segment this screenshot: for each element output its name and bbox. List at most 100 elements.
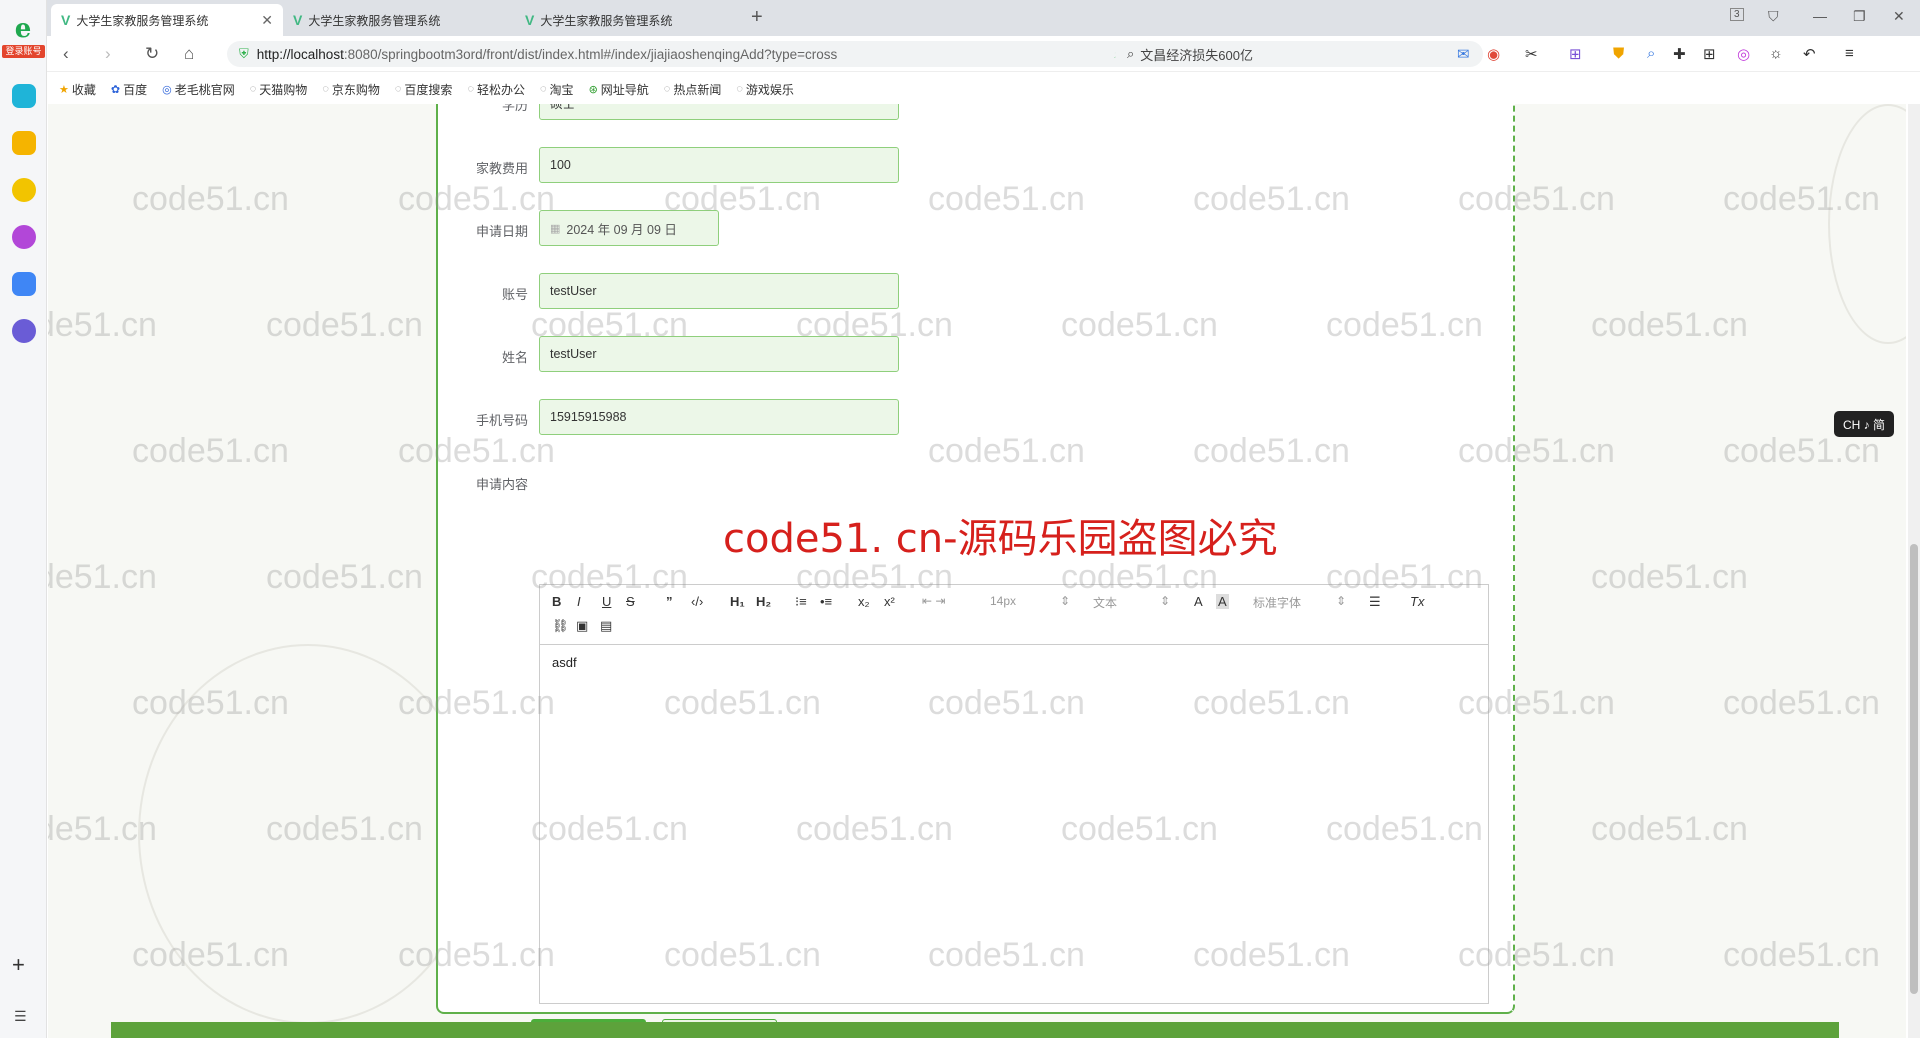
link-icon[interactable]: ⛓ <box>552 618 569 634</box>
tab-title: 大学生家教服务管理系统 <box>76 13 209 28</box>
scrollbar-thumb[interactable] <box>1910 544 1918 994</box>
font-size-select[interactable]: 14px <box>990 594 1016 608</box>
watermark-text: code51.cn <box>132 180 289 218</box>
bookmark-item[interactable]: ◌ 淘宝 <box>540 81 574 98</box>
ime-indicator[interactable]: CH ♪ 简 <box>1834 411 1894 437</box>
watermark-text: code51.cn <box>132 432 289 470</box>
clear-format-icon[interactable]: Tx <box>1410 594 1424 609</box>
address-bar[interactable]: ⛨ http://localhost :8080/springbootm3ord… <box>227 41 1147 67</box>
font-family-select[interactable]: 标准字体 <box>1253 594 1301 611</box>
close-window-icon[interactable]: ✕ <box>1893 8 1905 25</box>
new-tab-button[interactable]: + <box>751 6 763 29</box>
minimize-icon[interactable]: — <box>1813 8 1827 24</box>
scissors-icon[interactable]: ✂ <box>1525 45 1538 63</box>
close-tab-icon[interactable]: ✕ <box>261 12 273 29</box>
style-dropdown-icon[interactable]: ⇕ <box>1160 594 1170 608</box>
watermark-text: code51.cn <box>1723 936 1880 974</box>
search-icon: ⌕ <box>1127 46 1135 61</box>
bookmark-item[interactable]: ◌ 天猫购物 <box>250 81 308 98</box>
subscript-icon[interactable]: x₂ <box>858 594 870 609</box>
tab-title: 大学生家教服务管理系统 <box>308 13 441 28</box>
vue-logo-icon: V <box>525 12 535 28</box>
shield-plugin-icon[interactable]: ⛊ <box>1613 45 1624 62</box>
ordered-list-icon[interactable]: ⁝≡ <box>795 594 807 610</box>
back-icon[interactable]: ‹ <box>63 44 69 64</box>
copyright-watermark-banner: code51. cn-源码乐园盗图必究 <box>723 516 1278 562</box>
font-color-icon[interactable]: A <box>1194 594 1203 609</box>
ai-app-icon[interactable] <box>12 272 36 296</box>
bookmark-item[interactable]: ◎ 老毛桃官网 <box>162 81 235 98</box>
add-icon[interactable]: + <box>12 952 25 978</box>
strikethrough-icon[interactable]: S <box>626 594 635 609</box>
editor-content[interactable]: asdf <box>540 645 1488 680</box>
tab-3[interactable]: V 大学生家教服务管理系统 <box>515 4 747 36</box>
ai-assistant-icon[interactable] <box>12 225 36 249</box>
underline-icon[interactable]: U <box>602 594 611 609</box>
undo-icon[interactable]: ↶ <box>1803 45 1816 63</box>
bookmark-item[interactable]: ◌ 百度搜索 <box>395 81 453 98</box>
brightness-icon[interactable]: ☼ <box>1769 45 1783 62</box>
education-field[interactable]: 硕士 <box>539 104 899 120</box>
blockquote-icon[interactable]: ” <box>666 594 673 609</box>
extension-icon[interactable]: ✚ <box>1673 45 1686 63</box>
restore-icon[interactable]: ❐ <box>1853 8 1866 25</box>
zoom-icon[interactable]: ⌕ <box>1647 45 1655 62</box>
calendar-icon: ▦ <box>550 222 561 235</box>
date-picker[interactable]: ▦ 2024 年 09 月 09 日 <box>539 210 719 246</box>
mail-icon[interactable]: ✉ <box>1457 45 1470 63</box>
account-field[interactable]: testUser <box>539 273 899 309</box>
watermark-text: code51.cn <box>1723 432 1880 470</box>
bookmark-item[interactable]: ⊛ 网址导航 <box>589 81 649 98</box>
font-dropdown-icon[interactable]: ⇕ <box>1336 594 1346 608</box>
heading1-icon[interactable]: H₁ <box>730 594 745 609</box>
superscript-icon[interactable]: x² <box>884 594 895 609</box>
background-color-icon[interactable]: A <box>1216 594 1229 609</box>
home-icon[interactable]: ⌂ <box>184 44 194 64</box>
colorful-plugin-icon[interactable]: ◎ <box>1737 45 1750 63</box>
list-menu-icon[interactable]: ☰ <box>14 1008 27 1025</box>
app-shortcut-icon[interactable] <box>12 84 36 108</box>
watermark-text: code51.cn <box>266 306 423 344</box>
tab-strip: V 大学生家教服务管理系统 ✕ V 大学生家教服务管理系统 V 大学生家教服务管… <box>47 0 1920 36</box>
tab-2[interactable]: V 大学生家教服务管理系统 <box>283 4 515 36</box>
reload-icon[interactable]: ↻ <box>145 44 159 64</box>
favorites-star-icon[interactable] <box>12 131 36 155</box>
editor-toolbar: B I U S ” ‹/› H₁ H₂ ⁝≡ •≡ x₂ x² ⇤ ⇥ 14px… <box>540 585 1488 645</box>
bookmark-item[interactable]: ◌ 热点新闻 <box>664 81 722 98</box>
italic-icon[interactable]: I <box>577 594 581 609</box>
browser-menu-icon[interactable]: ≡ <box>1845 45 1854 62</box>
name-label: 姓名 <box>501 350 528 365</box>
tab-title: 大学生家教服务管理系统 <box>540 13 673 28</box>
grid-apps-icon[interactable]: ⊞ <box>1703 45 1716 63</box>
code-block-icon[interactable]: ‹/› <box>691 594 703 609</box>
weibo-icon[interactable]: ◉ <box>1487 45 1500 63</box>
bold-icon[interactable]: B <box>552 594 561 609</box>
image-icon[interactable]: ▣ <box>576 618 588 634</box>
login-badge[interactable]: 登录账号 <box>2 45 45 58</box>
bookmark-item[interactable]: ◌ 游戏娱乐 <box>736 81 794 98</box>
align-icon[interactable]: ☰ <box>1369 594 1381 610</box>
tab-1[interactable]: V 大学生家教服务管理系统 ✕ <box>51 4 283 36</box>
browser-logo-icon[interactable]: e <box>8 14 38 44</box>
fee-field[interactable]: 100 <box>539 147 899 183</box>
tab-count-badge[interactable]: 3 <box>1730 8 1744 21</box>
bookmark-favorites[interactable]: ★ 收藏 <box>59 81 96 98</box>
size-dropdown-icon[interactable]: ⇕ <box>1060 594 1070 608</box>
bookmark-item[interactable]: ◌ 轻松办公 <box>467 81 525 98</box>
name-field[interactable]: testUser <box>539 336 899 372</box>
bullet-list-icon[interactable]: •≡ <box>820 594 832 609</box>
video-icon[interactable]: ▤ <box>600 618 612 634</box>
forward-icon[interactable]: › <box>105 44 111 64</box>
bookmark-item[interactable]: ◌ 京东购物 <box>322 81 380 98</box>
page-scrollbar[interactable] <box>1908 104 1920 1038</box>
shirt-skin-icon[interactable]: ⛉ <box>1768 8 1779 25</box>
translate-icon[interactable]: ⊞ <box>1569 45 1582 63</box>
heading2-icon[interactable]: H₂ <box>756 594 771 609</box>
game-controller-icon[interactable] <box>12 319 36 343</box>
chat-bot-icon[interactable] <box>12 178 36 202</box>
search-box[interactable]: ⌕ 文昌经济损失600亿 <box>1115 41 1483 67</box>
phone-field[interactable]: 15915915988 <box>539 399 899 435</box>
bookmark-item[interactable]: ✿ 百度 <box>111 81 147 98</box>
indent-icon[interactable]: ⇤ ⇥ <box>922 594 945 608</box>
text-style-select[interactable]: 文本 <box>1093 594 1117 611</box>
